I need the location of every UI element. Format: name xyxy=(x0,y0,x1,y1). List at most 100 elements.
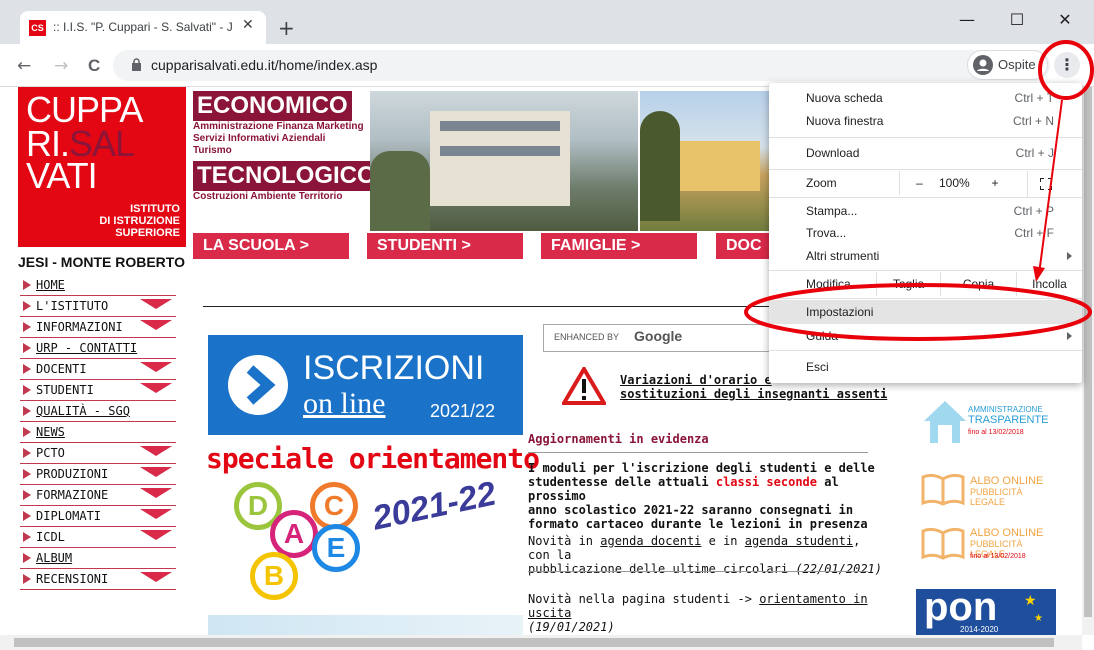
agenda-docenti-link[interactable]: agenda docenti xyxy=(600,534,701,548)
back-button[interactable]: ← xyxy=(17,56,31,76)
school-sections-banner[interactable]: ECONOMICO Amministrazione Finanza Market… xyxy=(193,91,380,229)
dropdown-triangle-icon[interactable] xyxy=(140,467,172,477)
dropdown-triangle-icon[interactable] xyxy=(140,362,172,372)
variazioni-link-line2[interactable]: sostituzioni degli insegnanti assenti xyxy=(620,387,887,401)
sidebar-item[interactable]: ICDL xyxy=(20,527,176,548)
zoom-value: 100% xyxy=(939,176,970,190)
new-tab-button[interactable]: + xyxy=(278,18,295,38)
address-bar[interactable]: cupparisalvati.edu.it/home/index.asp xyxy=(113,50,1050,81)
menu-label: Nuova scheda xyxy=(806,91,883,105)
menu-separator xyxy=(769,169,1082,170)
school-logo[interactable]: CUPPA RI.SAL VATI ISTITUTO DI ISTRUZIONE… xyxy=(18,87,186,247)
horizontal-scrollbar[interactable] xyxy=(0,635,1082,650)
menu-label: Stampa... xyxy=(806,204,858,218)
cut-button[interactable]: Taglia xyxy=(876,272,940,296)
tab-close-icon[interactable]: ✕ xyxy=(242,17,254,33)
sidebar-item-label: STUDENTI xyxy=(36,383,94,397)
sidebar-item[interactable]: DOCENTI xyxy=(20,359,176,380)
orientamento-graphic[interactable]: D C A E B xyxy=(230,482,380,602)
open-book-icon xyxy=(921,527,965,560)
dropdown-triangle-icon[interactable] xyxy=(140,383,172,393)
dropdown-triangle-icon[interactable] xyxy=(140,299,172,309)
news1-line3: anno scolastico 2021-22 saranno consegna… xyxy=(528,503,854,517)
logo-sub3: SUPERIORE xyxy=(115,227,180,239)
menu-item-print[interactable]: Stampa... Ctrl + P xyxy=(769,199,1082,223)
news1-highlight: classi seconde xyxy=(715,475,817,489)
iscrizioni-online-banner[interactable]: ISCRIZIONI on line 2021/22 xyxy=(208,335,523,435)
sidebar-item[interactable]: ALBUM xyxy=(20,548,176,569)
menu-arrow-icon xyxy=(23,301,31,311)
sidebar-item[interactable]: NEWS xyxy=(20,422,176,443)
maximize-button[interactable]: ☐ xyxy=(1002,8,1032,32)
sidebar-item[interactable]: STUDENTI xyxy=(20,380,176,401)
dropdown-triangle-icon[interactable] xyxy=(140,530,172,540)
sidebar-item[interactable]: L'ISTITUTO xyxy=(20,296,176,317)
sidebar-item[interactable]: HOME xyxy=(20,275,176,296)
reload-button[interactable]: C xyxy=(88,56,100,76)
profile-button[interactable]: Ospite xyxy=(967,50,1048,80)
dropdown-triangle-icon[interactable] xyxy=(140,320,172,330)
pon-banner[interactable]: pon 2014-2020 ★ ★ xyxy=(916,587,1056,635)
lock-icon[interactable] xyxy=(131,58,142,71)
minimize-button[interactable]: — xyxy=(952,8,982,32)
albo1-line1: ALBO ONLINE xyxy=(970,475,1044,487)
letter-e: E xyxy=(312,524,360,572)
menu-arrow-icon xyxy=(23,532,31,542)
menu-item-new-window[interactable]: Nuova finestra Ctrl + N xyxy=(769,109,1082,133)
forward-button[interactable]: → xyxy=(54,56,68,76)
vertical-scrollbar-thumb[interactable] xyxy=(1084,87,1092,617)
nav-tab-docenti[interactable]: DOC xyxy=(716,233,776,259)
close-window-button[interactable]: ✕ xyxy=(1050,8,1080,32)
menu-arrow-icon xyxy=(23,322,31,332)
sidebar-item[interactable]: PRODUZIONI xyxy=(20,464,176,485)
albo1-line2: PUBBLICITÀ LEGALE xyxy=(970,487,1023,507)
sidebar-item[interactable]: RECENSIONI xyxy=(20,569,176,590)
menu-label: Modifica xyxy=(806,277,851,291)
nav-tab-famiglie[interactable]: FAMIGLIE > xyxy=(541,233,697,259)
albo-online-banner-2[interactable]: ALBO ONLINE PUBBLICITÀ LEGALE fino al 13… xyxy=(916,521,1056,573)
google-search-box[interactable]: ENHANCED BY Google xyxy=(543,324,783,352)
menu-item-download[interactable]: Download Ctrl + J xyxy=(769,141,1082,165)
horizontal-scrollbar-thumb[interactable] xyxy=(14,638,1054,647)
browser-tab[interactable]: CS :: I.I.S. "P. Cuppari - S. Salvati" -… xyxy=(20,11,266,44)
sidebar-item[interactable]: FORMAZIONE xyxy=(20,485,176,506)
nav-tab-studenti[interactable]: STUDENTI > xyxy=(367,233,523,259)
agenda-studenti-link[interactable]: agenda studenti xyxy=(745,534,853,548)
tab-bar: CS :: I.I.S. "P. Cuppari - S. Salvati" -… xyxy=(0,0,1094,44)
sidebar-item[interactable]: PCTO xyxy=(20,443,176,464)
menu-item-new-tab[interactable]: Nuova scheda Ctrl + T xyxy=(769,86,1082,110)
paste-button[interactable]: Incolla xyxy=(1016,272,1082,296)
sidebar-item-label: QUALITÀ - SGQ xyxy=(36,404,130,418)
copy-button[interactable]: Copia xyxy=(940,272,1016,296)
menu-arrow-icon xyxy=(23,364,31,374)
zoom-in-button[interactable]: + xyxy=(981,171,1009,195)
variazioni-link-line1[interactable]: Variazioni d'orario e xyxy=(620,373,772,387)
sidebar-item-label: PRODUZIONI xyxy=(36,467,109,481)
nav-tab-la-scuola[interactable]: LA SCUOLA > xyxy=(193,233,349,259)
sidebar-item[interactable]: URP - CONTATTI xyxy=(20,338,176,359)
menu-item-settings[interactable]: Impostazioni xyxy=(769,300,1082,324)
sidebar-item[interactable]: QUALITÀ - SGQ xyxy=(20,401,176,422)
sidebar-item-label: URP - CONTATTI xyxy=(36,341,138,355)
menu-item-exit[interactable]: Esci xyxy=(769,355,1082,379)
fullscreen-button[interactable] xyxy=(1027,171,1082,197)
sidebar-item[interactable]: DIPLOMATI xyxy=(20,506,176,527)
albo-online-banner-1[interactable]: ALBO ONLINE PUBBLICITÀ LEGALE xyxy=(916,467,1056,515)
dropdown-triangle-icon[interactable] xyxy=(140,446,172,456)
amministrazione-trasparente-banner[interactable]: AMMINISTRAZIONE TRASPARENTE fino al 13/0… xyxy=(916,397,1056,449)
menu-item-help[interactable]: Guida xyxy=(769,324,1082,348)
chrome-menu-button[interactable]: ⋮ xyxy=(1054,52,1080,78)
dropdown-triangle-icon[interactable] xyxy=(140,572,172,582)
submenu-arrow-icon xyxy=(1067,332,1072,340)
dropdown-triangle-icon[interactable] xyxy=(140,488,172,498)
dropdown-triangle-icon[interactable] xyxy=(140,509,172,519)
sidebar-item[interactable]: INFORMAZIONI xyxy=(20,317,176,338)
aggiornamenti-heading: Aggiornamenti in evidenza xyxy=(528,432,709,446)
menu-item-find[interactable]: Trova... Ctrl + F xyxy=(769,221,1082,245)
zoom-out-button[interactable]: – xyxy=(899,171,939,195)
albo2-line3: fino al 13/02/2018 xyxy=(970,553,1026,560)
orientamento-title[interactable]: speciale orientamento xyxy=(206,442,540,475)
menu-item-more-tools[interactable]: Altri strumenti xyxy=(769,244,1082,268)
url-text[interactable]: cupparisalvati.edu.it/home/index.asp xyxy=(151,57,377,73)
vertical-scrollbar[interactable] xyxy=(1082,87,1094,635)
